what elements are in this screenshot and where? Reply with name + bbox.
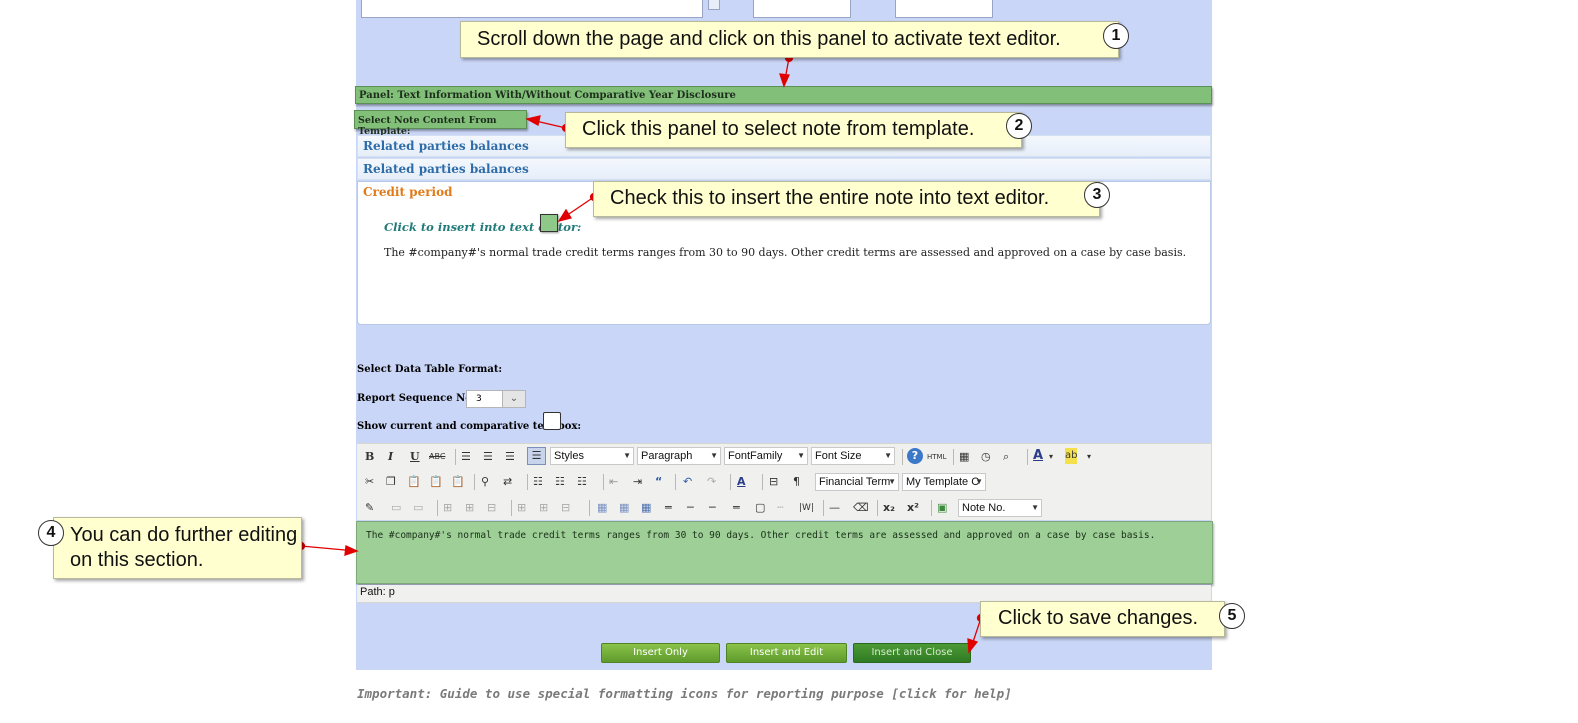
callout-arrowhead-3: [557, 208, 573, 223]
callout-number-1: 1: [1103, 23, 1129, 49]
callout-number-4: 4: [38, 520, 64, 546]
callout-arrowhead-1: [779, 73, 790, 88]
callout-text: You can do further editing on this secti…: [70, 524, 298, 571]
callout-2: Click this panel to select note from tem…: [565, 112, 1022, 148]
callout-text: Scroll down the page and click on this p…: [477, 28, 1061, 50]
callout-text: Check this to insert the entire note int…: [610, 187, 1050, 209]
callout-1: Scroll down the page and click on this p…: [460, 21, 1119, 58]
callout-3: Check this to insert the entire note int…: [593, 181, 1100, 217]
callout-arrowhead-5: [967, 638, 979, 654]
callout-arrowhead-4: [344, 545, 359, 556]
callout-arrowhead-2: [525, 115, 541, 126]
callout-text: Click this panel to select note from tem…: [582, 118, 975, 140]
callout-number-2: 2: [1006, 113, 1032, 139]
callout-5: Click to save changes.: [980, 601, 1225, 637]
callout-text: Click to save changes.: [998, 607, 1199, 629]
callout-number-3: 3: [1084, 182, 1110, 208]
callout-arrows: [296, 53, 986, 654]
callout-4: You can do further editing on this secti…: [53, 517, 302, 579]
callout-number-5: 5: [1219, 603, 1245, 629]
